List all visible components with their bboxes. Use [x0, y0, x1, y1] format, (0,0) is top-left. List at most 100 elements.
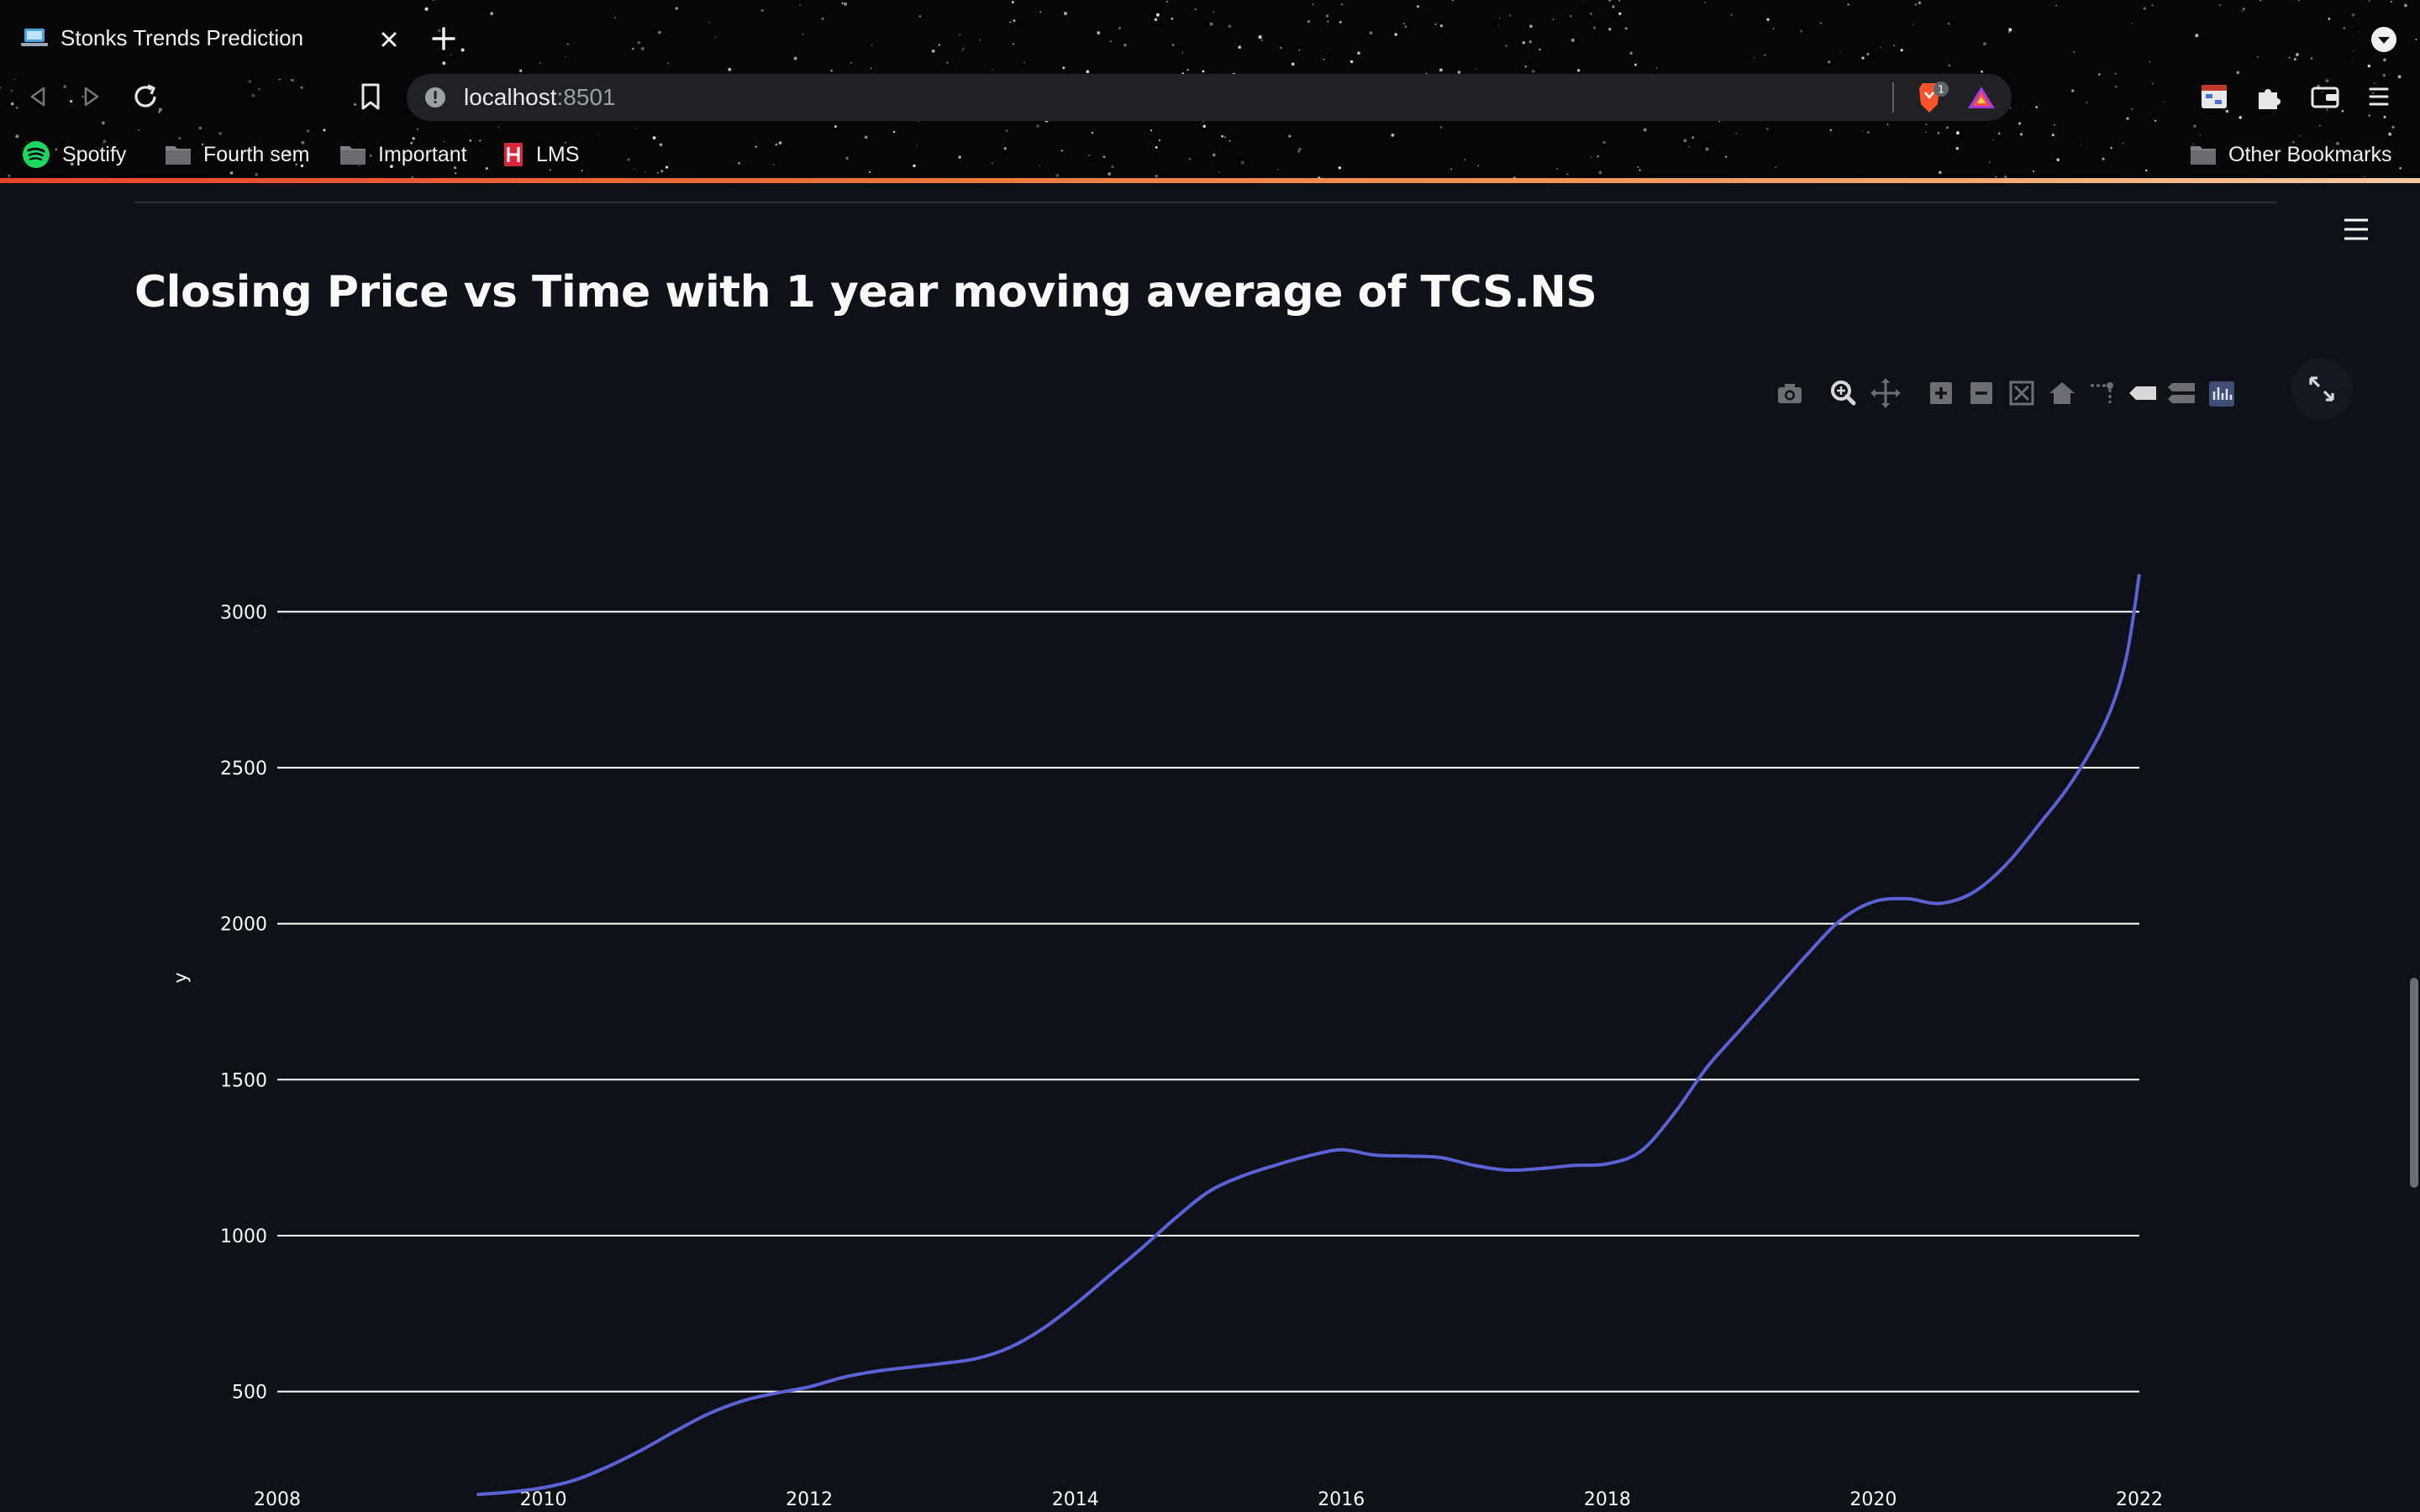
star — [255, 172, 258, 176]
star — [1450, 168, 1452, 171]
star — [1123, 44, 1127, 47]
fullscreen-button[interactable] — [2291, 358, 2353, 420]
star — [2098, 73, 2101, 76]
star — [1629, 51, 1633, 55]
y-tick-labels: 500 1000 1500 2000 2500 3000 — [220, 602, 267, 1403]
star — [1155, 145, 1158, 149]
active-tab[interactable]: Stonks Trends Prediction — [0, 0, 420, 79]
star — [1955, 131, 1960, 135]
back-arrow-icon[interactable] — [24, 82, 52, 111]
star — [1055, 173, 1060, 178]
series-lines[interactable] — [476, 574, 2141, 1497]
star — [1186, 68, 1189, 71]
star — [1602, 140, 1606, 144]
brave-rewards-icon[interactable] — [1966, 84, 1996, 111]
forward-arrow-icon[interactable] — [77, 82, 106, 111]
hover-closest-icon[interactable] — [2126, 375, 2160, 412]
plotly-logo-icon[interactable] — [2205, 375, 2238, 412]
bookmark-important[interactable]: Important — [339, 139, 467, 170]
star — [1624, 27, 1628, 30]
reset-axes-icon[interactable] — [2045, 375, 2079, 412]
star — [1452, 0, 1454, 2]
zoom-in-icon[interactable] — [1924, 375, 1958, 412]
star — [802, 34, 804, 35]
bookmark-icon[interactable] — [356, 81, 385, 113]
reload-icon[interactable] — [129, 81, 161, 113]
spike-lines-icon[interactable] — [2086, 375, 2119, 412]
star — [69, 99, 73, 103]
star — [1608, 0, 1612, 3]
other-bookmarks[interactable]: Other Bookmarks — [2190, 139, 2392, 170]
star — [1893, 45, 1895, 46]
star — [1102, 155, 1106, 159]
star — [1165, 1, 1168, 3]
star — [1925, 123, 1928, 125]
calendar-extension-icon[interactable] — [2198, 81, 2232, 113]
zoom-icon[interactable] — [1827, 375, 1860, 412]
star — [1171, 18, 1174, 20]
star — [597, 134, 598, 137]
close-tab-icon[interactable] — [375, 25, 403, 54]
star — [2131, 22, 2133, 24]
star — [2114, 85, 2118, 88]
star — [1925, 131, 1927, 134]
star — [1297, 150, 1300, 153]
series-line[interactable] — [476, 574, 2141, 1497]
star — [658, 30, 661, 34]
star — [1583, 1, 1585, 3]
star — [2351, 13, 2355, 17]
page-scrollbar-track[interactable] — [2408, 183, 2420, 1512]
x-tick-label: 2012 — [786, 1489, 833, 1510]
star — [946, 61, 949, 64]
star — [1772, 28, 1775, 30]
star — [1522, 40, 1526, 45]
brave-shield-icon[interactable]: 1 — [1911, 81, 1949, 116]
star — [2259, 0, 2262, 2]
url-text[interactable]: localhost:8501 — [464, 84, 616, 111]
star — [433, 0, 434, 2]
x-tick-label: 2016 — [1318, 1489, 1365, 1510]
tab-search-dropdown-icon[interactable] — [2370, 25, 2398, 54]
star — [1218, 171, 1220, 173]
star — [2195, 34, 2199, 38]
zoom-out-icon[interactable] — [1965, 375, 1998, 412]
bookmark-lms[interactable]: LMS — [502, 139, 579, 170]
star — [2310, 57, 2313, 60]
autoscale-icon[interactable] — [2005, 375, 2039, 412]
star — [1013, 19, 1016, 23]
star — [635, 127, 637, 129]
star — [841, 2, 844, 4]
star — [2102, 157, 2105, 160]
star — [1691, 136, 1695, 139]
extensions-puzzle-icon[interactable] — [2254, 81, 2286, 113]
star — [2319, 124, 2321, 127]
bookmark-fourth-sem[interactable]: Fourth sem — [165, 139, 309, 170]
star — [821, 17, 824, 21]
y-tick-label: 3000 — [220, 602, 267, 623]
x-tick-label: 2008 — [254, 1489, 301, 1510]
pan-icon[interactable] — [1869, 375, 1902, 412]
star — [1880, 46, 1881, 48]
wallet-icon[interactable] — [2309, 82, 2341, 111]
star — [1111, 165, 1114, 169]
address-bar[interactable]: localhost:8501 1 — [407, 74, 2012, 121]
star — [63, 85, 67, 88]
star — [1607, 27, 1612, 31]
star — [2199, 134, 2202, 137]
star — [1221, 134, 1224, 138]
star — [775, 143, 778, 146]
star — [871, 44, 873, 46]
star — [958, 155, 961, 159]
hover-compare-icon[interactable] — [2165, 375, 2198, 412]
camera-icon[interactable] — [1773, 375, 1807, 412]
y-tick-label: 500 — [232, 1383, 267, 1404]
star — [1369, 31, 1373, 35]
star — [1643, 128, 1647, 132]
browser-menu-icon[interactable] — [2366, 82, 2391, 111]
new-tab-plus-icon[interactable] — [429, 24, 459, 54]
site-info-icon[interactable] — [424, 86, 447, 109]
bookmark-spotify[interactable]: Spotify — [22, 139, 126, 170]
page-scrollbar-thumb[interactable] — [2410, 978, 2418, 1188]
star — [992, 68, 993, 71]
star — [793, 56, 797, 60]
